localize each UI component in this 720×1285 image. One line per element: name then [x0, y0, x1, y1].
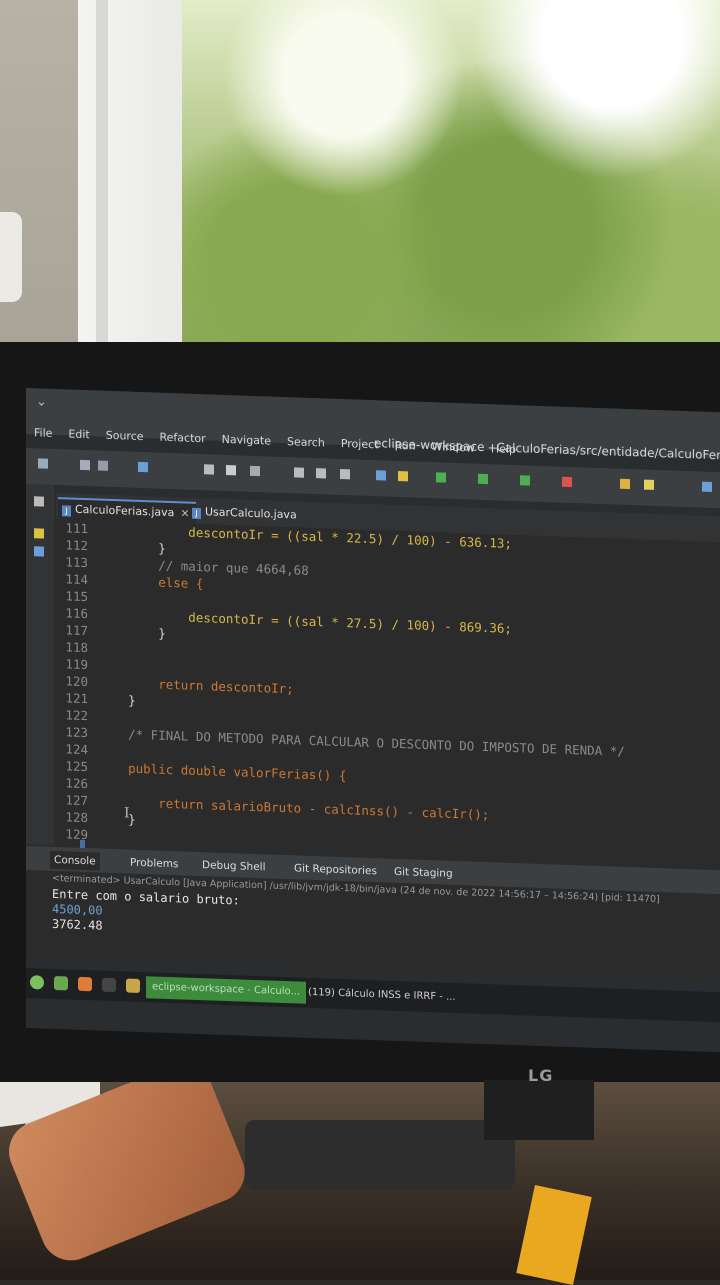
garden-view — [182, 0, 720, 380]
tab-git-repositories[interactable]: Git Repositories — [294, 859, 377, 880]
firefox-icon[interactable] — [78, 976, 92, 992]
folder-icon[interactable] — [126, 978, 140, 993]
menu-project[interactable]: Project — [333, 433, 387, 457]
step-into-icon[interactable] — [294, 467, 304, 478]
new-class-icon[interactable] — [644, 479, 654, 490]
open-type-icon[interactable] — [702, 481, 712, 492]
files-icon[interactable] — [54, 975, 68, 991]
menu-edit[interactable]: Edit — [60, 423, 97, 446]
wall-outlet — [0, 212, 22, 302]
eclipse-screen: ⌄ eclipse-workspace - CalculoFerias/src/… — [26, 388, 720, 1053]
monitor-brand: LG — [528, 1066, 554, 1085]
menu-source[interactable]: Source — [98, 425, 152, 449]
tape-dispenser — [245, 1120, 515, 1190]
code-editor[interactable]: I 111 descontoIr = ((sal * 22.5) / 100) … — [54, 518, 720, 925]
taskbar-chrome[interactable]: (119) Cálculo INSS e IRRF - ... — [302, 982, 462, 1010]
console-input-line: 4500,00 — [52, 901, 103, 918]
menu-refactor[interactable]: Refactor — [152, 426, 214, 450]
chevron-down-icon[interactable]: ⌄ — [36, 394, 47, 409]
menu-file[interactable]: File — [26, 422, 60, 445]
tab-debug-shell[interactable]: Debug Shell — [202, 856, 265, 876]
terminate-icon[interactable] — [250, 465, 260, 477]
tab-usarcalculo[interactable]: J UsarCalculo.java — [188, 502, 303, 526]
coverage-icon[interactable] — [520, 475, 530, 486]
menu-run[interactable]: Run — [386, 435, 423, 458]
window-frame — [78, 0, 188, 350]
menu-window[interactable]: Window — [424, 436, 483, 460]
new-java-project-icon[interactable] — [620, 478, 630, 490]
step-return-icon[interactable] — [340, 468, 350, 480]
tab-console[interactable]: Console — [50, 850, 100, 871]
menu-help[interactable]: Help — [483, 438, 524, 461]
next-annotation-icon[interactable] — [398, 470, 408, 482]
menu-navigate[interactable]: Navigate — [214, 429, 279, 453]
resume-icon[interactable] — [204, 464, 214, 475]
menu-icon[interactable] — [30, 975, 44, 990]
run-icon[interactable] — [478, 473, 488, 485]
monitor-stand — [484, 1080, 594, 1140]
step-over-icon[interactable] — [316, 468, 326, 479]
java-file-icon: J — [192, 507, 201, 520]
outline-icon[interactable] — [34, 496, 44, 507]
hierarchy-icon[interactable] — [34, 546, 44, 557]
tab-problems[interactable]: Problems — [130, 854, 178, 874]
terminal-app-icon[interactable] — [102, 977, 116, 993]
link-icon[interactable] — [376, 470, 386, 481]
tab-git-staging[interactable]: Git Staging — [394, 863, 453, 883]
new-icon[interactable] — [38, 458, 48, 469]
save-icon[interactable] — [80, 459, 90, 471]
taskbar-eclipse[interactable]: eclipse-workspace - Calculo... — [146, 976, 307, 1004]
package-explorer-icon[interactable] — [34, 528, 44, 539]
save-all-icon[interactable] — [98, 460, 108, 471]
tab-label: UsarCalculo.java — [205, 505, 297, 522]
tab-label: CalculoFerias.java — [75, 502, 175, 520]
menu-search[interactable]: Search — [279, 431, 333, 455]
console-line: 3762.48 — [52, 916, 103, 933]
debug-icon[interactable] — [436, 472, 446, 483]
terminal-icon[interactable] — [138, 461, 148, 473]
left-trim — [26, 484, 54, 845]
java-file-icon: J — [62, 505, 71, 517]
suspend-icon[interactable] — [226, 464, 236, 476]
external-tools-icon[interactable] — [562, 476, 572, 488]
